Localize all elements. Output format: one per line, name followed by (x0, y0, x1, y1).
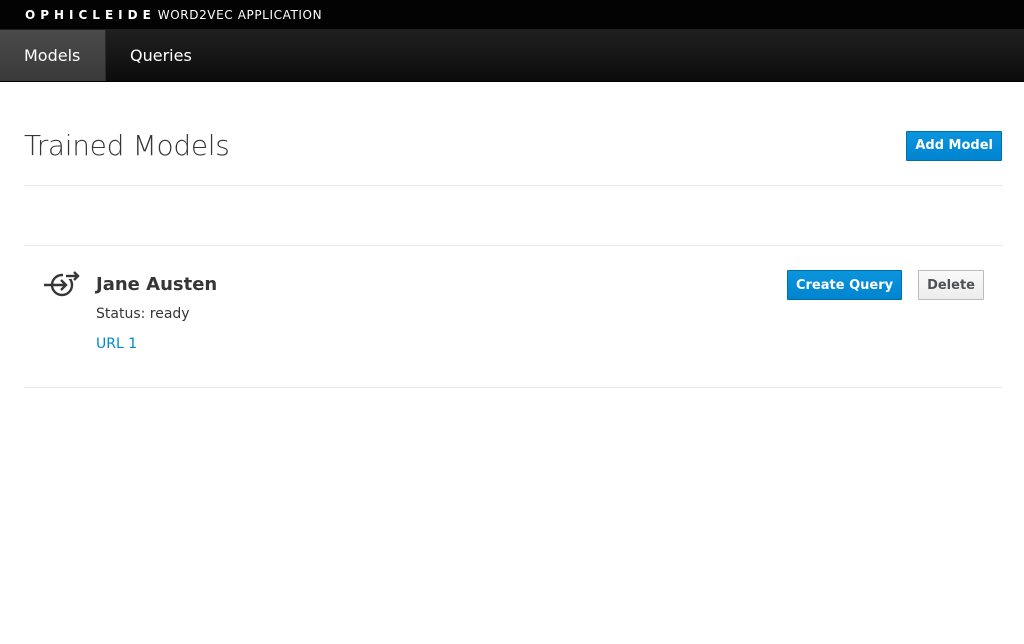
page-header: Trained Models Add Model (24, 82, 1002, 186)
main-content: Trained Models Add Model Jane Austen Sta… (0, 82, 1024, 388)
item-actions: Create Query Delete (786, 270, 984, 300)
model-url-link[interactable]: URL 1 (96, 336, 137, 352)
brand-logo: OPHICLEIDE (25, 7, 156, 22)
tab-queries[interactable]: Queries (106, 30, 216, 81)
brand-bar: OPHICLEIDE WORD2VEC APPLICATION (0, 0, 1024, 30)
create-query-button[interactable]: Create Query (786, 270, 903, 300)
page-title: Trained Models (24, 129, 230, 162)
sync-arrow-icon (24, 246, 96, 387)
item-body: Jane Austen Status: ready URL 1 (96, 246, 1002, 387)
navbar: Models Queries (0, 30, 1024, 82)
add-model-button[interactable]: Add Model (906, 130, 1002, 161)
sync-arrow-icon-svg (44, 271, 80, 297)
delete-button[interactable]: Delete (918, 270, 984, 300)
divider (24, 186, 1002, 246)
model-status: Status: ready (96, 306, 190, 322)
tab-models[interactable]: Models (0, 30, 106, 81)
list-item: Jane Austen Status: ready URL 1 Create Q… (24, 246, 1002, 388)
brand-subtitle: WORD2VEC APPLICATION (157, 7, 323, 22)
